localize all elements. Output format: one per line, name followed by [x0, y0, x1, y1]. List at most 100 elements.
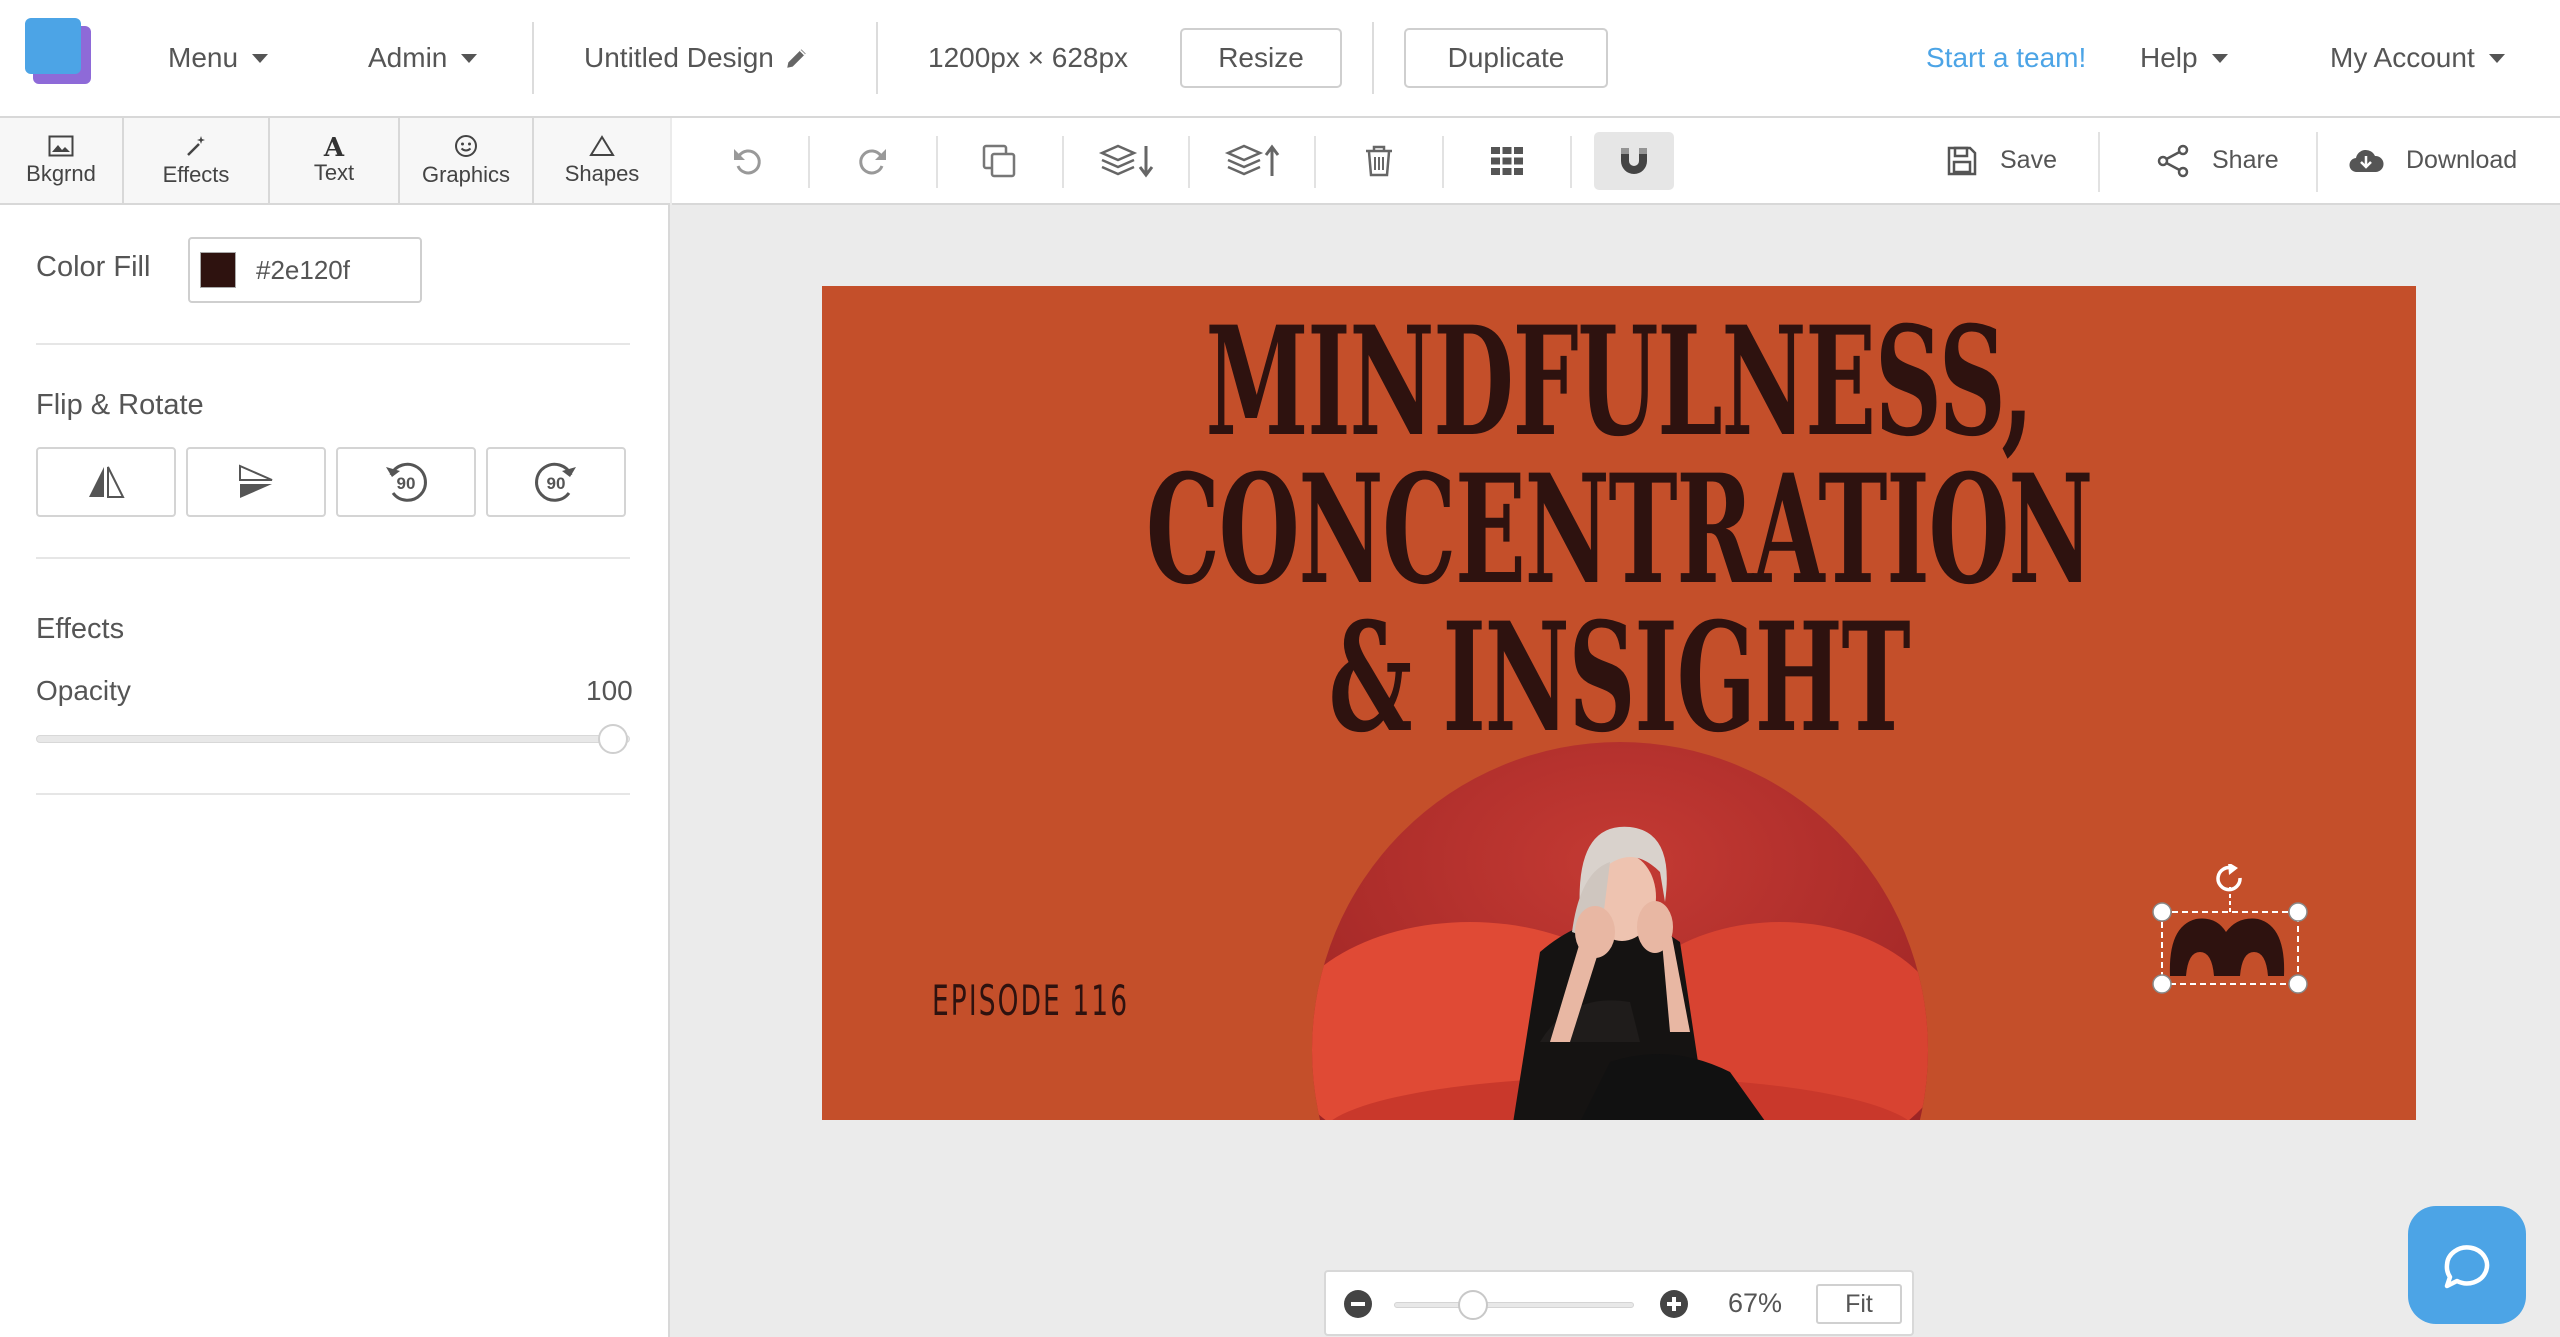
color-fill-label: Color Fill [36, 251, 151, 283]
grid-button[interactable] [1476, 130, 1538, 192]
flip-rotate-label: Flip & Rotate [36, 389, 204, 421]
download-button[interactable]: Download [2348, 118, 2517, 203]
rotate-right-text: 90 [547, 474, 566, 493]
help-label: Help [2140, 42, 2198, 73]
redo-button[interactable] [842, 130, 904, 192]
snap-magnet-button[interactable] [1594, 132, 1674, 190]
resize-handle[interactable] [2152, 902, 2172, 922]
design-canvas[interactable]: MINDFULNESS, CONCENTRATION & INSIGHT EPI… [822, 286, 2416, 1120]
download-label: Download [2406, 146, 2518, 174]
design-title[interactable]: Untitled Design [584, 0, 810, 116]
chat-support-button[interactable] [2408, 1206, 2526, 1324]
tab-effects[interactable]: Effects [124, 118, 270, 203]
resize-handle[interactable] [2152, 974, 2172, 994]
episode-label[interactable]: EPISODE 116 [932, 976, 1129, 1025]
minus-icon [1351, 1302, 1365, 1306]
zoom-level: 67% [1728, 1287, 1783, 1318]
divider [532, 22, 534, 94]
trash-icon [1366, 145, 1392, 177]
divider [876, 22, 878, 94]
chevron-down-icon [2488, 53, 2505, 63]
flip-vertical-button[interactable] [186, 447, 326, 517]
share-button[interactable]: Share [2156, 118, 2279, 203]
divider [1570, 136, 1572, 188]
start-team-link[interactable]: Start a team! [1926, 0, 2086, 116]
divider [1062, 136, 1064, 188]
bring-forward-button[interactable] [1218, 130, 1290, 192]
divider [936, 136, 938, 188]
zoom-bar: 67% Fit [1324, 1270, 1914, 1336]
color-fill-input[interactable]: #2e120f [188, 237, 422, 303]
slider-handle[interactable] [598, 724, 628, 754]
slider-track [1394, 1302, 1634, 1308]
rotate-handle-icon[interactable] [2216, 864, 2242, 892]
logo-graphic-selected[interactable] [2146, 864, 2310, 1006]
flip-horizontal-icon [89, 466, 125, 498]
divider [808, 136, 810, 188]
flip-vertical-icon [239, 464, 273, 498]
magic-wand-icon [187, 135, 205, 156]
tab-shapes[interactable]: Shapes [534, 118, 670, 203]
undo-button[interactable] [716, 130, 778, 192]
menu-dropdown[interactable]: Menu [168, 0, 269, 116]
portrait-photo[interactable] [1310, 742, 1930, 1120]
zoom-in-button[interactable] [1660, 1290, 1688, 1318]
rotate-left-text: 90 [397, 474, 416, 493]
panel-tabs: Bkgrnd Effects A Text Graphics Shapes [0, 118, 670, 205]
rotate-right-button[interactable]: 90 [486, 447, 626, 517]
opacity-value: 100 [586, 675, 633, 706]
headline-text[interactable]: MINDFULNESS, CONCENTRATION & INSIGHT [1125, 294, 2113, 766]
rotate-right-icon: 90 [535, 462, 576, 502]
admin-dropdown[interactable]: Admin [368, 0, 478, 116]
tab-label: Graphics [421, 161, 511, 187]
duplicate-button[interactable]: Duplicate [1404, 28, 1608, 88]
help-dropdown[interactable]: Help [2140, 0, 2228, 116]
app-logo[interactable] [25, 18, 91, 84]
send-backward-button[interactable] [1092, 130, 1164, 192]
headline-line-3: & INSIGHT [1328, 590, 1911, 766]
rotate-left-icon: 90 [386, 462, 427, 502]
delete-button[interactable] [1348, 130, 1410, 192]
magnet-icon [1621, 148, 1647, 174]
layer-down-icon [1098, 144, 1154, 178]
fit-button[interactable]: Fit [1816, 1284, 1902, 1324]
pencil-icon [787, 49, 806, 68]
divider [1372, 22, 1374, 94]
color-fill-value: #2e120f [256, 254, 350, 285]
zoom-out-button[interactable] [1344, 1290, 1372, 1318]
tab-bkgrnd[interactable]: Bkgrnd [0, 118, 124, 203]
text-icon: A [323, 132, 345, 163]
layer-up-icon [1224, 144, 1280, 176]
chevron-down-icon [461, 53, 478, 63]
effects-label: Effects [36, 613, 125, 645]
cloud-download-icon [2349, 149, 2384, 172]
canvas-dimensions: 1200px × 628px [928, 42, 1129, 73]
headline-line-1: MINDFULNESS, [1205, 294, 2034, 470]
zoom-slider[interactable] [1394, 1290, 1634, 1320]
resize-handle[interactable] [2288, 902, 2308, 922]
save-button[interactable]: Save [1946, 118, 2057, 203]
tab-text[interactable]: A Text [270, 118, 400, 203]
save-icon [1947, 146, 1977, 175]
slider-track [36, 735, 630, 743]
tab-label: Bkgrnd [26, 160, 96, 186]
opacity-slider[interactable] [36, 724, 630, 754]
divider [1314, 136, 1316, 188]
account-dropdown[interactable]: My Account [2330, 0, 2505, 116]
tab-graphics[interactable]: Graphics [400, 118, 534, 203]
flip-horizontal-button[interactable] [36, 447, 176, 517]
tab-label: Effects [162, 161, 230, 187]
smiley-icon [455, 134, 477, 157]
copy-button[interactable] [968, 130, 1030, 192]
divider [36, 343, 630, 345]
slider-handle[interactable] [1458, 1290, 1488, 1320]
rotate-left-button[interactable]: 90 [336, 447, 476, 517]
design-title-text: Untitled Design [584, 42, 774, 73]
save-label: Save [2000, 146, 2057, 174]
resize-handle[interactable] [2288, 974, 2308, 994]
divider [36, 793, 630, 795]
divider [36, 557, 630, 559]
tab-label: Text [313, 159, 355, 185]
resize-button[interactable]: Resize [1180, 28, 1342, 88]
account-label: My Account [2330, 42, 2475, 73]
